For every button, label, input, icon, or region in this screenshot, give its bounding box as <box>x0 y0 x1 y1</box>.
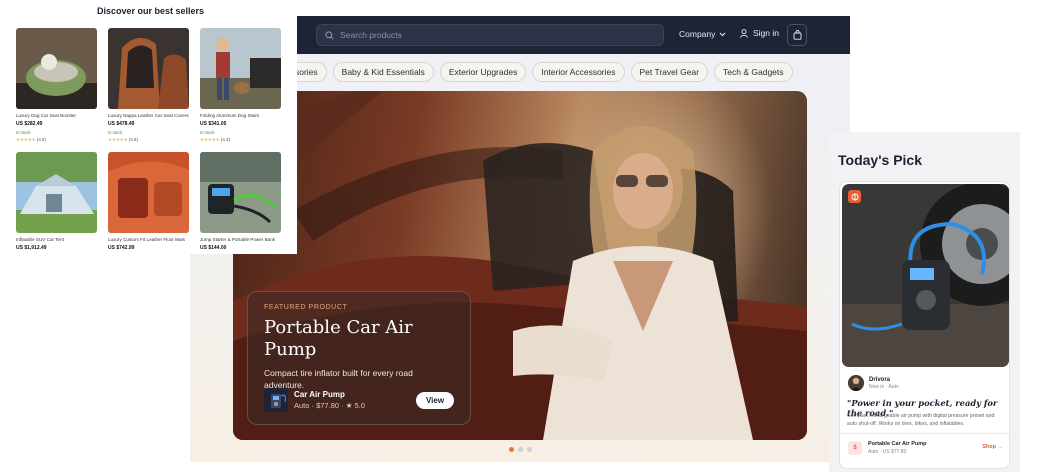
category-pill-baby-kid[interactable]: Baby & Kid Essentials <box>332 62 434 82</box>
pick-description: Compact rechargeable air pump with digit… <box>847 413 995 427</box>
air-pump-icon <box>271 394 287 408</box>
product-image <box>16 28 97 109</box>
stock-status: In stock <box>200 130 215 135</box>
shop-link[interactable]: Shop → <box>982 444 1003 450</box>
product-image <box>200 28 281 109</box>
sign-in-label: Sign in <box>753 28 779 38</box>
rating-count: (4.8) <box>128 137 138 142</box>
search-box[interactable] <box>316 24 664 46</box>
stock-status: In stock <box>108 130 123 135</box>
category-pill-row: essories Baby & Kid Essentials Exterior … <box>284 62 793 82</box>
product-price: US $282.49 <box>16 121 43 127</box>
product-card[interactable]: Jump Starter & Portable Power Bank US $1… <box>200 152 281 276</box>
product-image <box>16 152 97 233</box>
stock-status: In stock <box>16 130 31 135</box>
best-sellers-panel: Discover our best sellers Luxury Dog Car… <box>0 0 297 254</box>
featured-title: Portable Car Air Pump <box>264 317 413 360</box>
category-pill-tech[interactable]: Tech & Gadgets <box>714 62 793 82</box>
sign-in-link[interactable]: Sign in <box>740 28 779 38</box>
rating-count: (4.3) <box>220 137 230 142</box>
carousel-dot[interactable] <box>518 447 523 452</box>
product-card[interactable]: Folding Aluminum Dog Stairs US $341.05 I… <box>200 28 281 152</box>
star-rating: ★★★★★ <box>16 137 36 142</box>
featured-product-name: Car Air Pump <box>294 390 345 399</box>
pick-product-name: Portable Car Air Pump <box>868 441 927 447</box>
product-card[interactable]: Luxury Nappa Leather Car Seat Covers US … <box>108 28 189 152</box>
avatar <box>848 375 864 391</box>
product-price: US $478.49 <box>108 121 135 127</box>
product-image <box>108 28 189 109</box>
brand-badge <box>848 190 861 203</box>
product-name: Luxury Dog Car Seat Booster <box>16 113 77 118</box>
view-button[interactable]: View <box>416 392 454 409</box>
category-pill-pet-travel[interactable]: Pet Travel Gear <box>630 62 709 82</box>
product-card[interactable]: Inflatable SUV Car Tent US $1,912.49 <box>16 152 97 276</box>
star-rating: ★★★★★ <box>108 137 128 142</box>
company-menu[interactable]: Company <box>679 29 726 39</box>
author-meta: New in · Auto <box>869 383 899 390</box>
carousel-dot[interactable] <box>527 447 532 452</box>
author-row[interactable]: Drivora New in · Auto <box>848 375 899 391</box>
rating-stars: ★★★★★ (4.3) <box>200 137 281 143</box>
product-card[interactable]: Luxury Dog Car Seat Booster US $282.49 I… <box>16 28 97 152</box>
product-name: Luxury Custom Fit Leather Floor Mats <box>108 237 186 242</box>
rating-stars: ★★★★★ (4.8) <box>108 137 189 143</box>
product-name: Inflatable SUV Car Tent <box>16 237 64 242</box>
todays-pick-panel: Today's Pick Drivora New in · Auto "Powe… <box>829 132 1020 472</box>
carousel-dot[interactable] <box>509 447 514 452</box>
pick-product-thumbnail: $ <box>848 441 862 455</box>
product-name: Jump Starter & Portable Power Bank <box>200 237 276 242</box>
todays-pick-image <box>842 184 1009 367</box>
best-sellers-title: Discover our best sellers <box>97 6 205 16</box>
pick-product-meta: Auto · US $77.80 <box>868 449 907 455</box>
featured-kicker: FEATURED PRODUCT <box>264 304 348 311</box>
todays-pick-card[interactable]: Drivora New in · Auto "Power in your poc… <box>839 181 1010 469</box>
hero-banner[interactable]: FEATURED PRODUCT Portable Car Air Pump C… <box>233 91 807 440</box>
category-pill-exterior[interactable]: Exterior Upgrades <box>439 62 527 82</box>
company-label: Company <box>679 29 716 39</box>
bag-icon <box>793 30 801 40</box>
category-pill-interior[interactable]: Interior Accessories <box>532 62 625 82</box>
rating-stars: ★★★★★ (4.5) <box>16 137 97 143</box>
carousel-indicator <box>509 447 532 452</box>
product-image <box>200 152 281 233</box>
product-price: US $742.99 <box>108 245 135 251</box>
product-price: US $144.00 <box>200 245 227 251</box>
chevron-down-icon <box>720 32 726 36</box>
cart-button[interactable] <box>787 24 807 46</box>
product-price: US $1,912.49 <box>16 245 47 251</box>
featured-product-row[interactable]: Car Air Pump Auto · $77.80 · ★ 5.0 <box>264 388 365 412</box>
product-image <box>108 152 189 233</box>
brand-logo-icon <box>851 193 858 200</box>
search-icon <box>325 30 334 40</box>
product-card[interactable]: Luxury Custom Fit Leather Floor Mats US … <box>108 152 189 276</box>
todays-pick-title: Today's Pick <box>838 152 922 168</box>
product-name: Folding Aluminum Dog Stairs <box>200 113 260 118</box>
featured-product-meta: Auto · $77.80 · ★ 5.0 <box>294 401 365 410</box>
user-icon <box>740 28 748 38</box>
author-name: Drivora <box>869 376 891 383</box>
rating-count: (4.5) <box>36 137 46 142</box>
best-sellers-grid: Luxury Dog Car Seat Booster US $282.49 I… <box>16 28 281 276</box>
product-price: US $341.05 <box>200 121 227 127</box>
divider <box>840 433 1009 434</box>
star-rating: ★★★★★ <box>200 137 220 142</box>
featured-product-card: FEATURED PRODUCT Portable Car Air Pump C… <box>247 291 471 425</box>
search-input[interactable] <box>340 30 640 40</box>
product-name: Luxury Nappa Leather Car Seat Covers <box>108 113 189 118</box>
featured-product-thumbnail <box>264 388 288 412</box>
